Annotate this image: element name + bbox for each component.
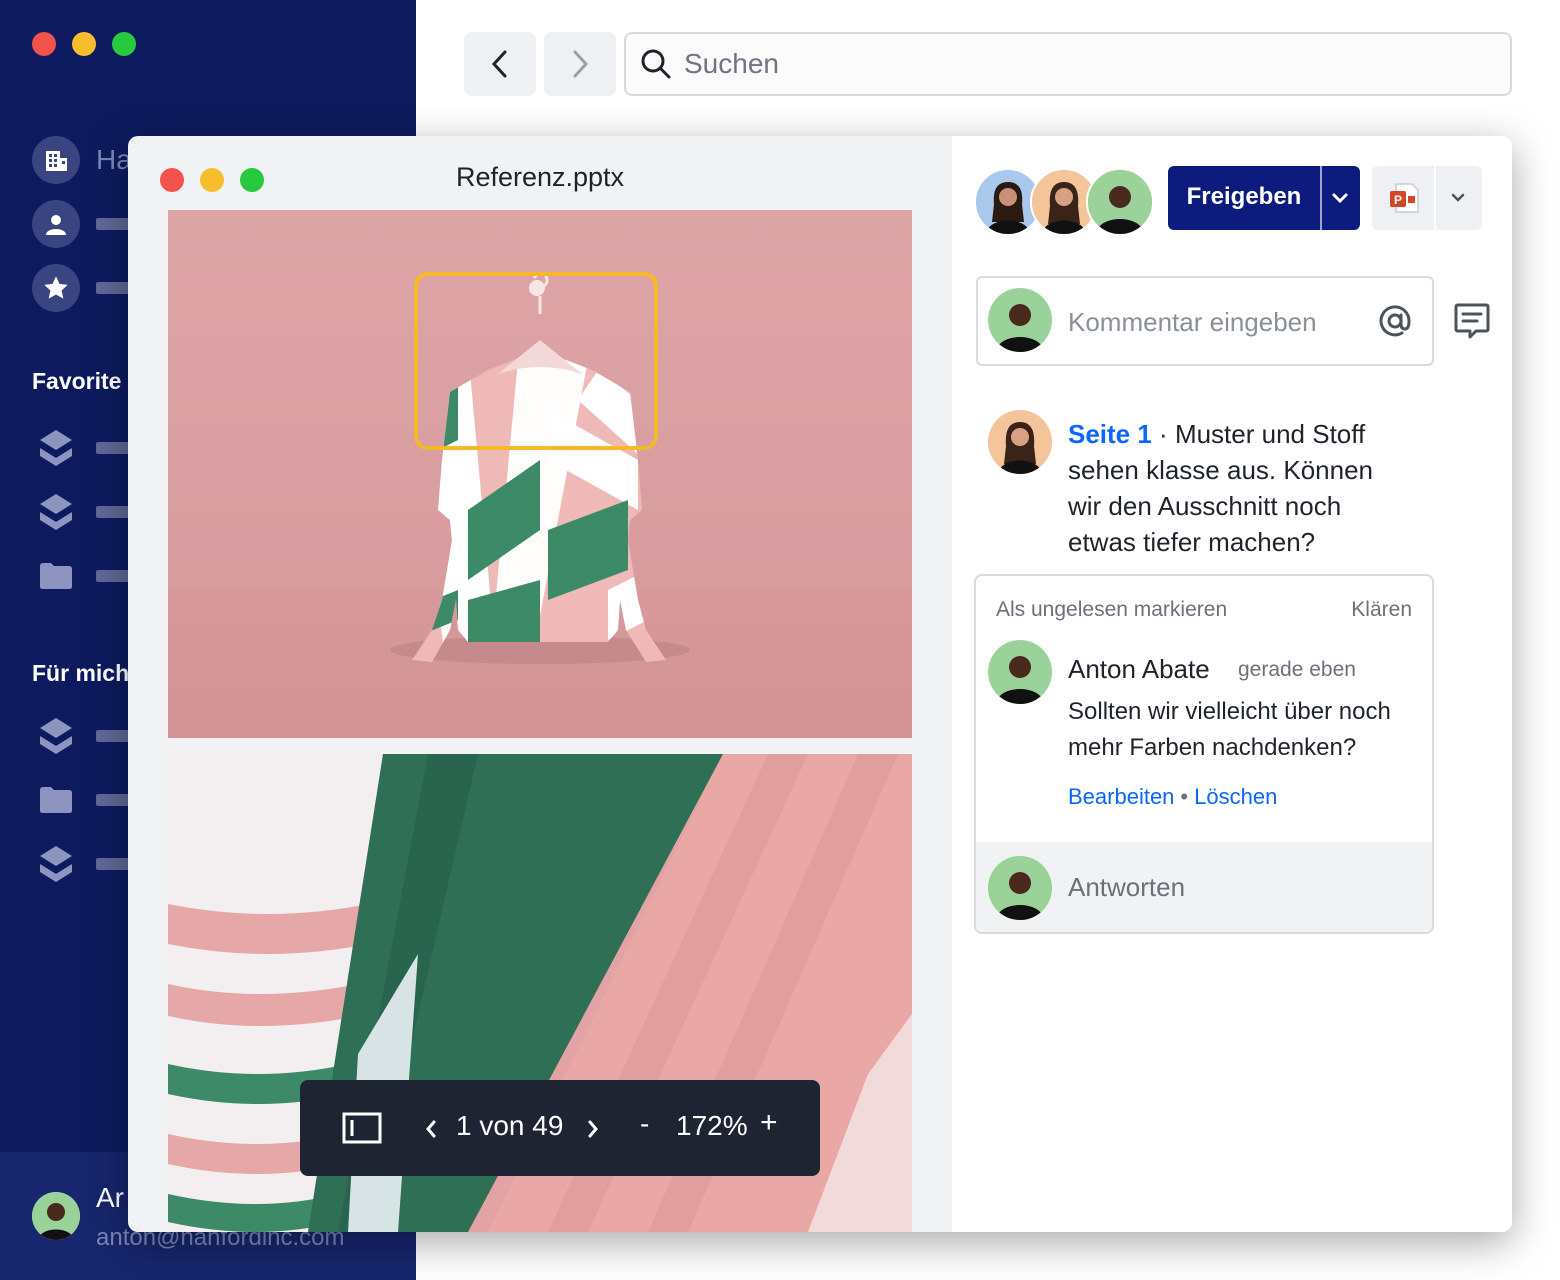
folder-icon <box>40 787 72 813</box>
mention-icon[interactable] <box>1378 304 1412 338</box>
stack-icon <box>40 846 72 882</box>
previous-page-icon[interactable] <box>424 1118 438 1140</box>
section-for-me-heading: Für mich <box>32 660 130 686</box>
viewer-toolbar: 1 von 49 - 172% + <box>300 1080 820 1176</box>
file-title: Referenz.pptx <box>455 162 625 192</box>
avatar <box>988 410 1052 474</box>
forward-button[interactable] <box>544 32 616 96</box>
star-icon[interactable] <box>32 264 80 312</box>
search-input[interactable]: Suchen <box>624 32 1512 96</box>
share-button-label: Freigeben <box>1186 183 1302 210</box>
window-controls <box>32 32 136 56</box>
user-name: Ar <box>96 1182 124 1213</box>
stack-icon <box>40 494 72 530</box>
avatar <box>988 640 1052 704</box>
edit-link[interactable]: Bearbeiten <box>1068 784 1174 809</box>
share-button[interactable]: Freigeben <box>1168 166 1360 230</box>
section-favorites-heading: Favorite <box>32 368 122 394</box>
reply-placeholder: Antworten <box>1068 872 1186 902</box>
comment-input-placeholder: Kommentar eingeben <box>1068 307 1317 337</box>
svg-text:P: P <box>1394 193 1402 207</box>
search-icon <box>641 49 671 79</box>
person-icon[interactable] <box>32 200 80 248</box>
chevron-down-icon[interactable] <box>1448 190 1468 206</box>
comment-body: Sollten wir vielleicht über noch mehr Fa… <box>1068 698 1391 761</box>
open-in-app-button[interactable]: P <box>1372 166 1482 230</box>
slide-1[interactable] <box>168 210 912 738</box>
search-placeholder: Suchen <box>684 48 779 79</box>
comments-panel: Freigeben P Kommentar eingeben Seite 1 ·… <box>952 136 1512 1232</box>
avatar <box>988 288 1052 352</box>
comment-actions: Bearbeiten • Löschen <box>1068 784 1278 809</box>
comment-thread: Als ungelesen markieren Klären Anton Aba… <box>974 574 1434 934</box>
collaborator-avatar[interactable] <box>1086 168 1154 236</box>
folder-icon <box>40 563 72 589</box>
page-indicator: 1 von 49 <box>456 1110 564 1141</box>
stack-icon <box>40 718 72 754</box>
pinned-comment: Seite 1 · Muster und Stoff sehen klasse … <box>1068 419 1373 557</box>
delete-link[interactable]: Löschen <box>1194 784 1277 809</box>
comments-toggle-icon[interactable] <box>1452 302 1492 342</box>
sidebar-title: Ha <box>96 144 132 175</box>
resolve-link[interactable]: Klären <box>1351 598 1412 622</box>
page-reference-link[interactable]: Seite 1 <box>1068 419 1152 449</box>
minimize-window-button[interactable] <box>72 32 96 56</box>
comment-timestamp: gerade eben <box>1238 658 1356 681</box>
powerpoint-icon: P <box>1390 183 1419 213</box>
zoom-out-button[interactable]: - <box>640 1108 649 1140</box>
avatar <box>32 1192 80 1240</box>
file-preview-window: Referenz.pptx 1 von 49 - 172% + Freigebe… <box>128 136 1512 1232</box>
next-page-icon[interactable] <box>586 1118 600 1140</box>
reply-input[interactable]: Antworten <box>976 842 1432 932</box>
zoom-level: 172% <box>676 1110 748 1141</box>
chevron-left-icon <box>491 50 507 78</box>
avatar <box>988 856 1052 920</box>
chevron-right-icon <box>573 50 589 78</box>
building-icon[interactable] <box>32 136 80 184</box>
comment-author: Anton Abate <box>1068 654 1210 684</box>
chevron-down-icon[interactable] <box>1330 190 1350 206</box>
sidebar-toggle-icon[interactable] <box>342 1112 382 1144</box>
maximize-window-button[interactable] <box>112 32 136 56</box>
comment-input[interactable]: Kommentar eingeben <box>976 276 1434 366</box>
close-window-button[interactable] <box>32 32 56 56</box>
back-button[interactable] <box>464 32 536 96</box>
zoom-in-button[interactable]: + <box>760 1106 778 1140</box>
mark-unread-link[interactable]: Als ungelesen markieren <box>996 598 1227 622</box>
annotation-highlight-box[interactable] <box>414 272 658 450</box>
stack-icon <box>40 430 72 466</box>
